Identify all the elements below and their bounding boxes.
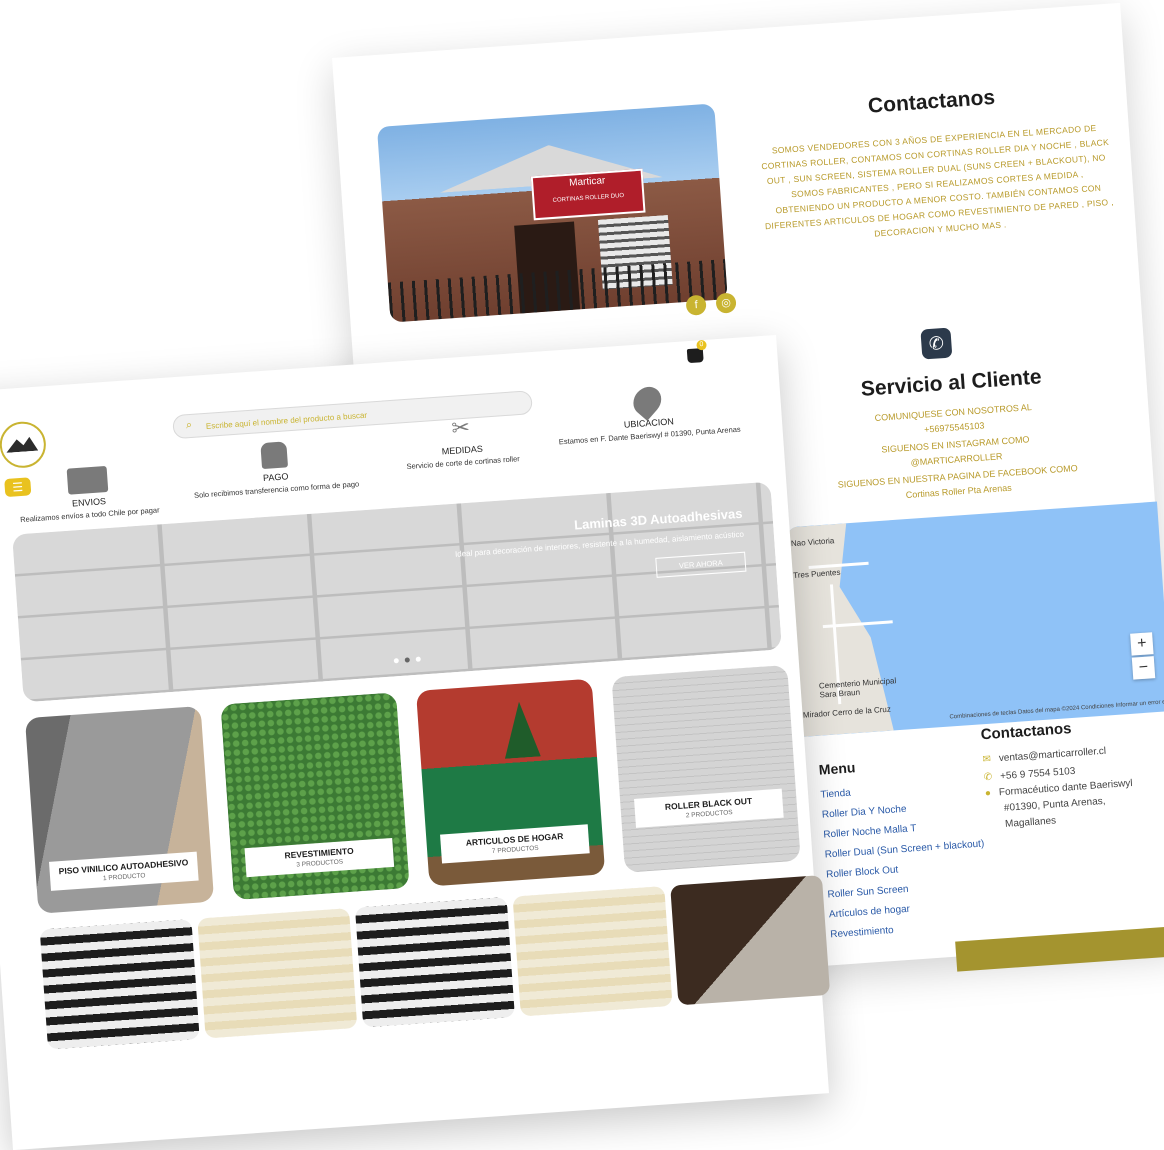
menu-item[interactable]: Roller Block Out: [826, 864, 899, 880]
store-front-photo: Marticar CORTINAS ROLLER DUO: [376, 103, 728, 323]
facebook-icon[interactable]: f: [685, 294, 707, 316]
footer-gold-bar: [955, 922, 1164, 972]
instagram-icon[interactable]: ◎: [715, 292, 737, 314]
menu-item[interactable]: Roller Dia Y Noche: [822, 804, 907, 821]
menu-item[interactable]: Tienda: [820, 788, 851, 801]
menu-item[interactable]: Roller Sun Screen: [827, 884, 909, 901]
box-icon: [66, 465, 109, 495]
footer-phone[interactable]: ✆ +56 9 7554 5103: [983, 766, 1075, 783]
map-footer: Combinaciones de teclas Datos del mapa ©…: [949, 698, 1164, 721]
category-card[interactable]: PISO VINILICO AUTOADHESIVO 1 PRODUCTO: [24, 705, 215, 914]
footer-email[interactable]: ✉ ventas@marticarroller.cl: [982, 746, 1106, 766]
product-thumbnail[interactable]: [354, 897, 515, 1028]
phone-icon: ✆: [920, 327, 953, 360]
zoom-out-button[interactable]: −: [1131, 656, 1156, 680]
shop-page-screenshot: ☰ ⌕ 0 ENVIOS Realizamos envíos a todo Ch…: [0, 334, 831, 1150]
map-land: [786, 520, 910, 737]
store-logo[interactable]: [0, 420, 48, 470]
feature-pago: PAGO Solo recibimos transferencia como f…: [179, 436, 372, 503]
footer-address-line: #01390, Punta Arenas,: [1003, 795, 1106, 814]
category-label: PISO VINILICO AUTOADHESIVO 1 PRODUCTO: [48, 851, 199, 891]
footer-contact-title: Contactanos: [980, 720, 1073, 744]
footer-address-text: Formacéutico dante Baeriswyl: [998, 777, 1133, 799]
footer-email-text: ventas@marticarroller.cl: [998, 745, 1107, 765]
menu-item[interactable]: Artículos de hogar: [829, 904, 911, 921]
product-thumbnail[interactable]: [39, 919, 200, 1050]
carousel-dot[interactable]: [415, 656, 421, 662]
carousel-dots: [393, 656, 421, 664]
cart-count-badge: 0: [696, 339, 707, 351]
menu-title: Menu: [818, 759, 856, 778]
zoom-in-button[interactable]: +: [1130, 632, 1154, 656]
christmas-tree-image: [501, 701, 541, 759]
category-card[interactable]: REVESTIMIENTO 3 PRODUCTOS: [220, 692, 410, 901]
category-card[interactable]: ROLLER BLACK OUT 2 PRODUCTOS: [611, 664, 801, 873]
contact-title: Contactanos: [867, 85, 996, 118]
carousel-dot[interactable]: [404, 657, 410, 663]
product-thumbnail[interactable]: [512, 886, 673, 1017]
mail-icon: ✉: [982, 753, 992, 766]
menu-item[interactable]: Roller Noche Malla T: [823, 823, 917, 840]
product-thumbnail[interactable]: [197, 908, 358, 1039]
phone-icon: ✆: [983, 771, 993, 784]
carousel-dot[interactable]: [393, 658, 399, 664]
footer-phone-text: +56 9 7554 5103: [999, 765, 1076, 783]
category-label: ARTICULOS DE HOGAR 7 PRODUCTOS: [440, 824, 590, 864]
lock-icon: [260, 441, 289, 470]
category-label: REVESTIMIENTO 3 PRODUCTOS: [244, 837, 395, 878]
cart-icon[interactable]: [686, 348, 704, 364]
store-sign: Marticar CORTINAS ROLLER DUO: [530, 168, 646, 221]
location-map[interactable]: Tres Puentes Cementerio Municipal Sara B…: [785, 501, 1164, 737]
footer-address-line: Magallanes: [1004, 815, 1057, 830]
feature-envios: ENVIOS Realizamos envíos a todo Chile po…: [0, 461, 185, 528]
search-icon: ⌕: [185, 418, 193, 432]
scissors-icon: ✂: [450, 414, 471, 441]
menu-item[interactable]: Revestimiento: [830, 925, 894, 940]
banner-title: Laminas 3D Autoadhesivas: [573, 505, 743, 533]
mountain-icon: [5, 435, 38, 453]
contact-description: SOMOS VENDEDORES CON 3 AÑOS DE EXPERIENC…: [761, 122, 1115, 239]
location-icon: ●: [984, 787, 992, 800]
category-card[interactable]: ARTICULOS DE HOGAR 7 PRODUCTOS: [415, 678, 606, 887]
banner-cta-button[interactable]: VER AHORA: [655, 551, 747, 578]
social-links: f ◎: [685, 292, 737, 316]
menu-item[interactable]: Roller Dual (Sun Screen + blackout): [824, 838, 984, 860]
product-thumbnail[interactable]: [670, 875, 831, 1006]
feature-ubicacion: UBICACION Estamos en F. Dante Baeriswyl …: [552, 381, 745, 448]
map-pin-icon: [627, 381, 667, 421]
category-label: ROLLER BLACK OUT 2 PRODUCTOS: [634, 788, 784, 828]
